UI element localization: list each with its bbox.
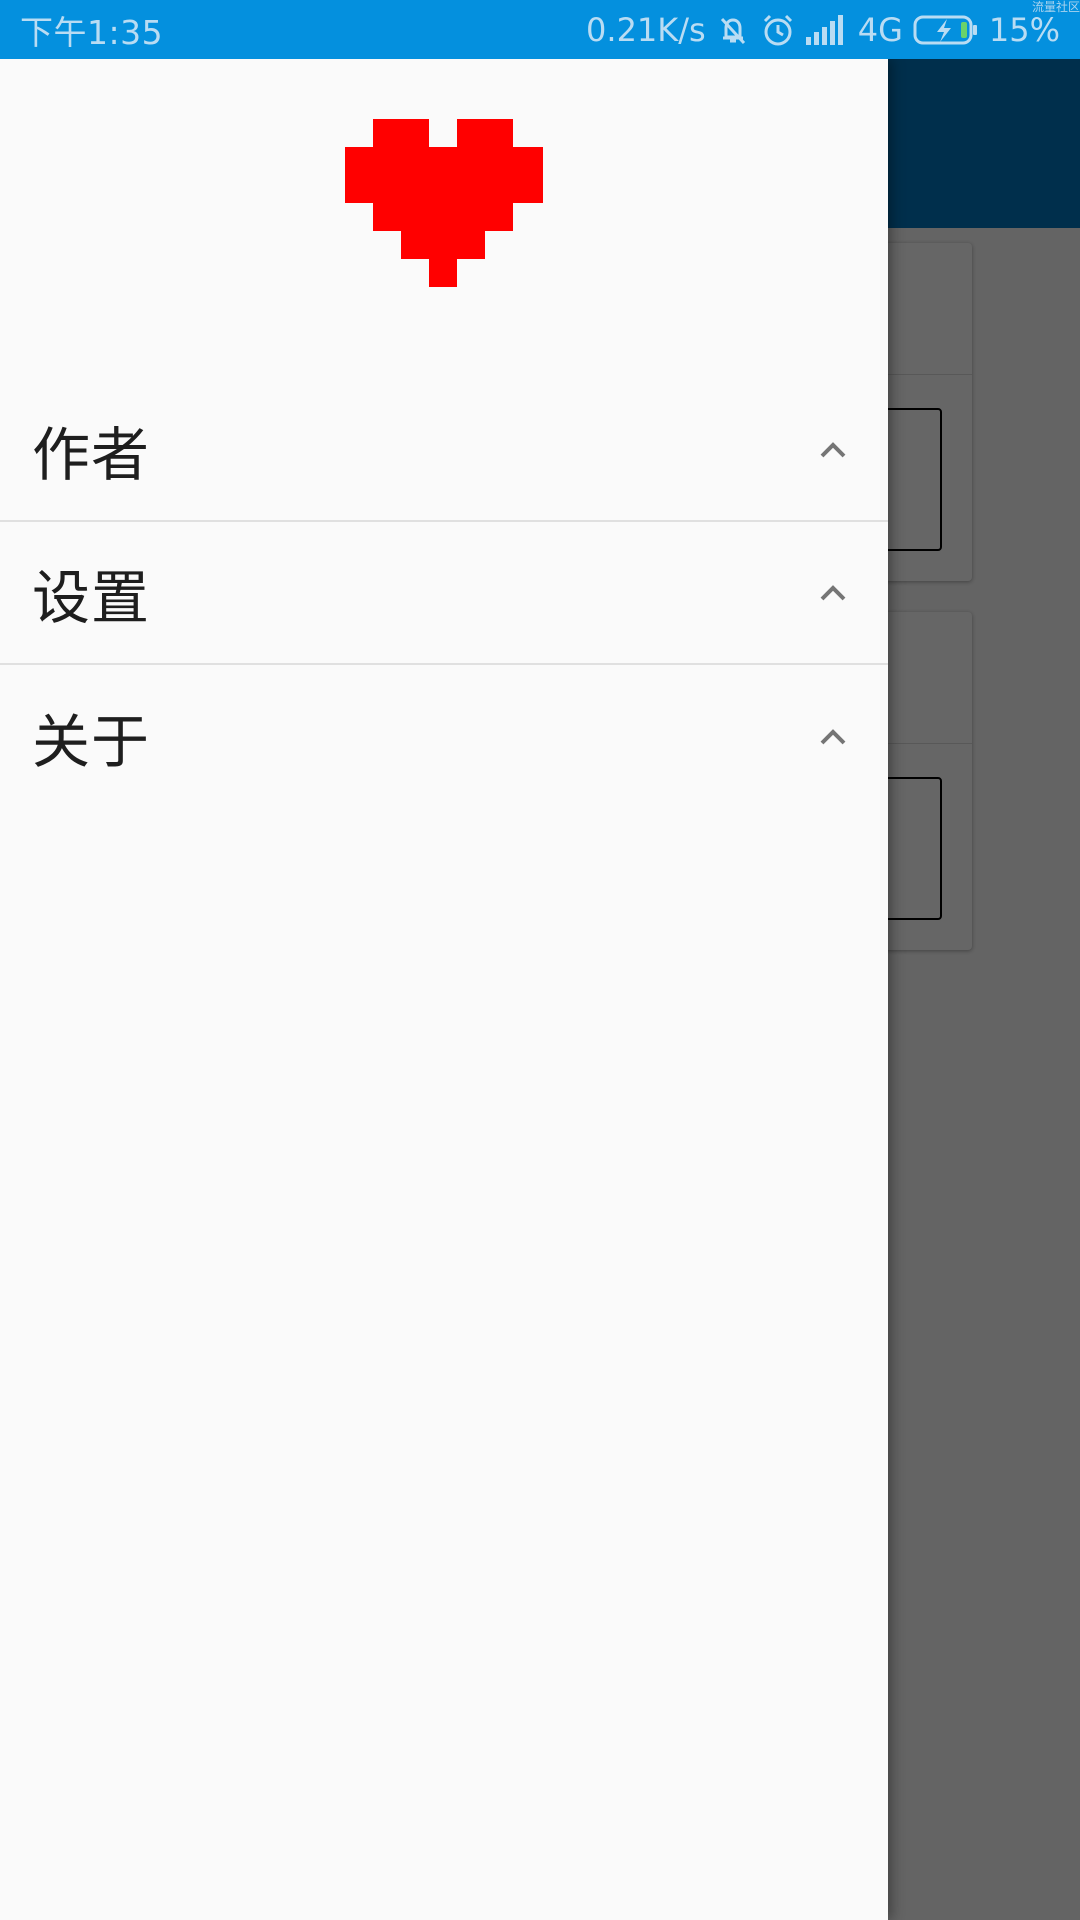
battery-charging-icon bbox=[913, 14, 979, 46]
net-speed: 0.21K/s bbox=[586, 10, 706, 49]
alarm-icon bbox=[760, 12, 796, 48]
network-type: 4G bbox=[857, 10, 903, 49]
drawer-item-author[interactable]: 作者 bbox=[0, 379, 888, 522]
signal-icon bbox=[805, 14, 848, 45]
navigation-drawer: 作者 设置 关于 bbox=[0, 59, 888, 1920]
drawer-item-about[interactable]: 关于 bbox=[0, 665, 888, 808]
battery-percent: 15% bbox=[988, 10, 1060, 49]
watermark: 流量社区 bbox=[1031, 0, 1080, 14]
status-time: 下午1:35 bbox=[20, 12, 164, 52]
screen: 下午1:35 0.21K/s 4G 15% 流量社区 作者 设置 关于 bbox=[0, 0, 1080, 1920]
pixel-heart-icon bbox=[345, 119, 543, 289]
status-right: 0.21K/s 4G 15% bbox=[586, 11, 1060, 49]
chevron-up-icon[interactable] bbox=[818, 440, 848, 460]
drawer-item-label: 设置 bbox=[32, 563, 151, 632]
drawer-header bbox=[0, 59, 888, 379]
drawer-item-settings[interactable]: 设置 bbox=[0, 522, 888, 665]
drawer-item-label: 作者 bbox=[32, 420, 151, 489]
drawer-item-label: 关于 bbox=[32, 707, 151, 776]
chevron-up-icon[interactable] bbox=[818, 583, 848, 603]
mute-bell-icon bbox=[716, 13, 750, 47]
chevron-up-icon[interactable] bbox=[818, 727, 848, 747]
status-bar: 下午1:35 0.21K/s 4G 15% 流量社区 bbox=[0, 0, 1080, 59]
